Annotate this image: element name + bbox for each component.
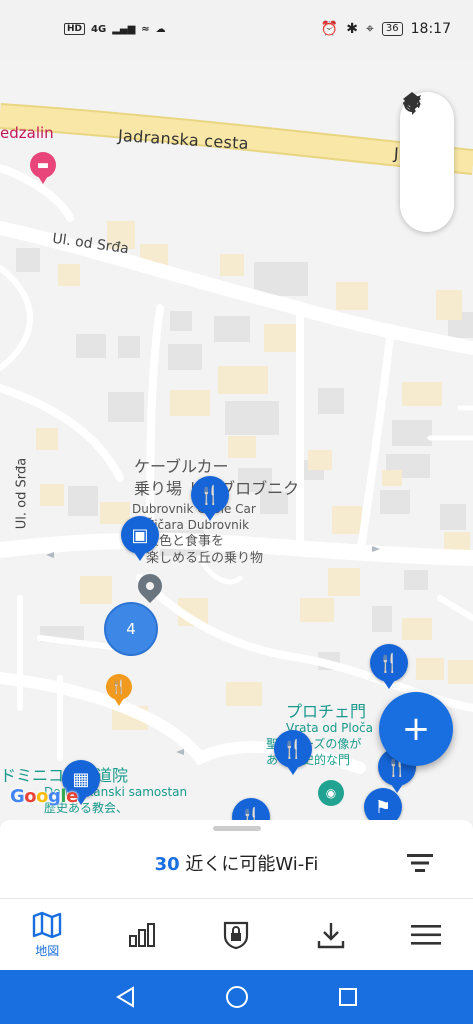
my-location-button[interactable]	[403, 95, 447, 225]
recents-button[interactable]	[328, 977, 368, 1017]
cable-car-desc-line2: 楽しめる丘の乗り物	[146, 551, 264, 566]
back-triangle-icon	[115, 986, 134, 1008]
photo-spot-pin[interactable]: ◉	[318, 780, 344, 806]
google-logo: Google	[10, 786, 78, 807]
map-icon	[33, 911, 62, 938]
wifi-cluster[interactable]: 4	[104, 602, 158, 656]
bottom-navigation: 地図	[0, 898, 473, 970]
download-icon	[317, 922, 345, 948]
restaurant-icon: 🍴	[239, 806, 263, 821]
nav-stats[interactable]	[95, 899, 190, 970]
back-button[interactable]	[106, 977, 146, 1017]
road-label-srda-vertical: Ul. od Srđa	[14, 457, 30, 530]
camera-icon: ◉	[325, 786, 337, 800]
nav-vpn[interactable]	[189, 899, 284, 970]
restaurant-pin-3[interactable]: 🍴	[274, 730, 312, 775]
add-wifi-button[interactable]: +	[379, 692, 453, 766]
hotel-pin[interactable]: ▬	[30, 152, 56, 184]
hd-badge: HD	[64, 23, 86, 35]
restaurant-icon: 🍴	[281, 738, 305, 760]
info-pin[interactable]: ⚑	[364, 788, 402, 820]
recents-square-icon	[338, 988, 357, 1006]
home-circle-icon	[225, 986, 248, 1008]
nearby-wifi-title: 30 近くに可能Wi-Fi	[0, 850, 473, 876]
restaurant-pin[interactable]: 🍴	[191, 476, 229, 521]
vpn-shield-icon	[224, 921, 249, 949]
cable-car-icon: ▣	[131, 524, 149, 546]
system-navigation-bar	[0, 970, 473, 1024]
wifi-count: 30	[154, 854, 180, 875]
navigation-arrow-icon	[403, 95, 421, 113]
wind-icon: ≈	[141, 23, 150, 35]
cable-car-pin[interactable]: ▣	[121, 516, 159, 561]
chart-icon	[128, 922, 155, 947]
network-badge: 4G	[91, 23, 107, 35]
flag-icon: ⚑	[374, 796, 392, 818]
home-button[interactable]	[217, 977, 257, 1017]
restaurant-pin-2[interactable]: 🍴	[370, 644, 408, 689]
food-pin[interactable]: 🍴	[106, 674, 132, 706]
menu-icon	[410, 924, 441, 945]
status-bar: HD 4G ▂▄▆ ≈ ☁ ⏰ ✱ ⌖ 36 18:17	[0, 0, 473, 58]
nav-menu[interactable]	[378, 899, 473, 970]
map-controls	[400, 92, 454, 232]
plus-icon: +	[401, 709, 431, 749]
filter-icon[interactable]	[407, 853, 433, 873]
poi-label-cable-car-desc: 景色と食事を 楽しめる丘の乗り物	[146, 533, 263, 567]
poi-label-ploce-jp: プロチェ門	[286, 702, 367, 721]
status-left: HD 4G ▂▄▆ ≈ ☁	[64, 23, 166, 35]
cable-car-desc-line1: 景色と食事を	[146, 534, 225, 549]
clock: 18:17	[410, 21, 451, 37]
fork-icon: 🍴	[110, 679, 128, 695]
layers-button[interactable]	[403, 92, 447, 182]
cable-car-jp-line1: ケーブルカー	[134, 457, 229, 476]
location-dot-icon	[144, 580, 156, 592]
nav-download[interactable]	[284, 899, 379, 970]
wifi-bottom-sheet[interactable]: 30 近くに可能Wi-Fi	[0, 820, 473, 898]
place-label-medzalin: edzalin	[0, 124, 54, 142]
wifi-title-text: 近くに可能Wi-Fi	[179, 854, 319, 875]
restaurant-icon: 🍴	[198, 484, 222, 506]
weather-icon: ☁	[155, 23, 166, 35]
nav-map[interactable]: 地図	[0, 899, 95, 970]
battery-indicator: 36	[381, 22, 403, 36]
bluetooth-icon: ✱	[346, 21, 359, 37]
sheet-handle[interactable]	[213, 826, 261, 831]
nav-map-label: 地図	[35, 943, 60, 958]
signal-icon: ▂▄▆	[112, 23, 136, 35]
map-view[interactable]: edzalin Jadranska cesta J Ul. od Srđa Ul…	[0, 58, 473, 820]
restaurant-icon: 🍴	[377, 652, 401, 674]
alarm-icon: ⏰	[320, 21, 339, 37]
status-right: ⏰ ✱ ⌖ 36 18:17	[321, 21, 451, 37]
location-icon: ⌖	[366, 21, 374, 37]
road-label-jadranska-partial: J	[393, 143, 400, 164]
bed-icon: ▬	[36, 157, 50, 173]
